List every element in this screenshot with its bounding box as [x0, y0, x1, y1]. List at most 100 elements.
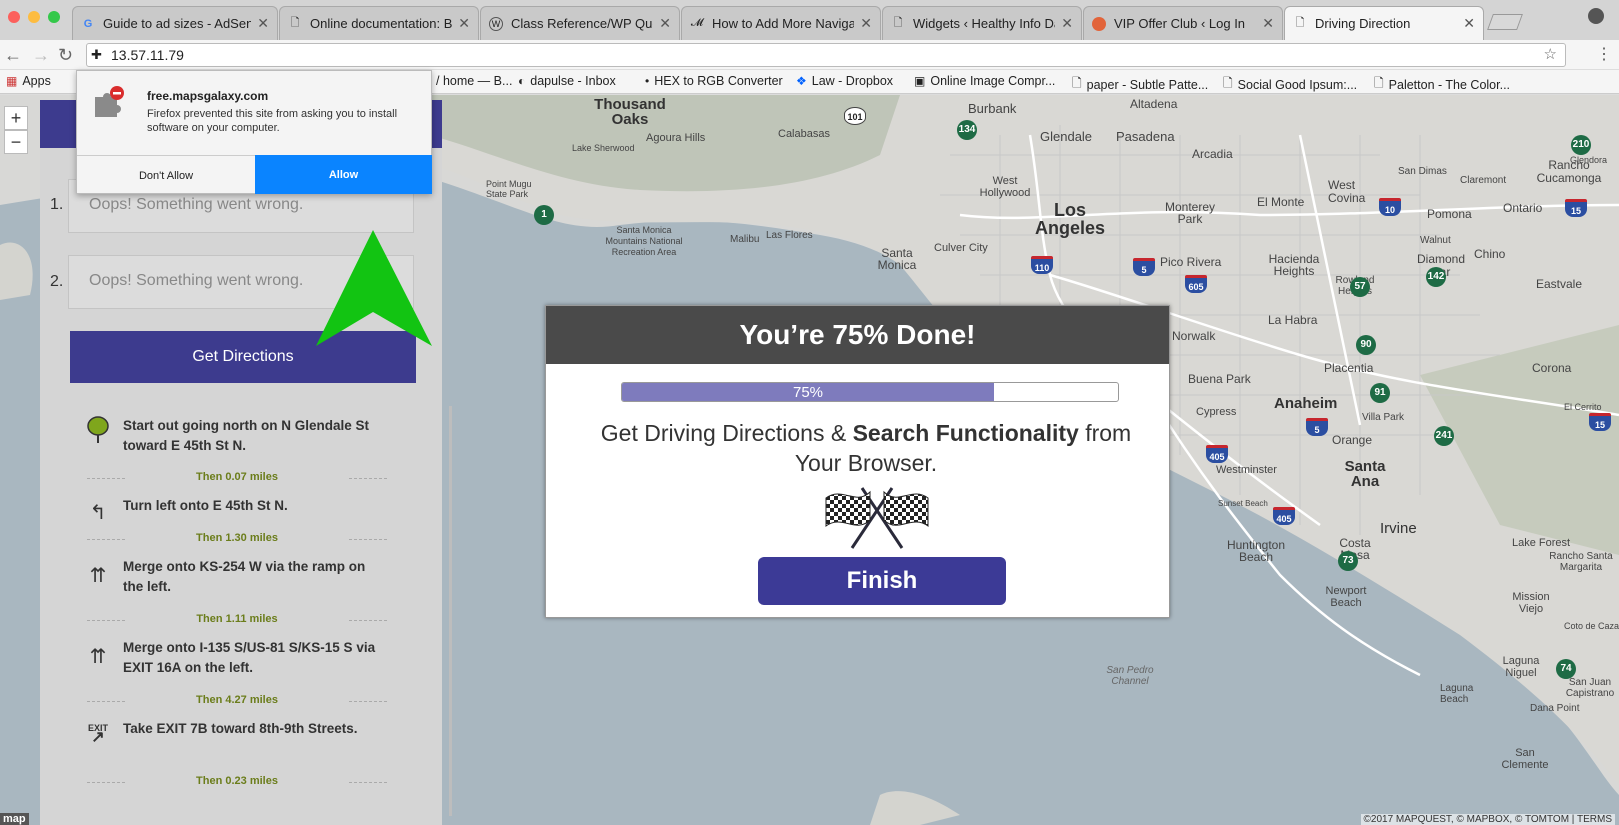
bookmark-label: / home — B...: [436, 74, 513, 88]
bookmark-label: paper - Subtle Patte...: [1086, 77, 1209, 92]
bookmark-star-icon[interactable]: ☆: [1544, 44, 1557, 66]
close-window-button[interactable]: [8, 11, 20, 23]
highway-shield: 142: [1426, 267, 1446, 287]
close-tab-icon[interactable]: ✕: [257, 15, 269, 32]
interstate-shield: 5: [1133, 258, 1155, 276]
bookmark-hex-rgb[interactable]: • HEX to RGB Converter: [645, 74, 783, 88]
step-distance: Then 4.27 miles: [87, 694, 387, 706]
google-icon: G: [83, 17, 93, 30]
map-label: Sunset Beach: [1218, 499, 1268, 508]
highway-shield: 210: [1571, 135, 1591, 155]
input-number: 1.: [50, 196, 64, 213]
map-label: Westminster: [1216, 464, 1277, 476]
directions-steps[interactable]: Start out going north on N Glendale St t…: [60, 406, 452, 816]
checkered-flags-icon: [825, 487, 929, 549]
turn-left-icon: ↰: [89, 502, 107, 524]
bookmark-image-compressor[interactable]: ▣ Online Image Compr...: [914, 74, 1055, 88]
map-label: Glendale: [1040, 129, 1093, 144]
puzzle-icon[interactable]: ✚: [91, 44, 102, 66]
profile-icon[interactable]: [1588, 8, 1604, 24]
zoom-out-button[interactable]: −: [4, 130, 28, 154]
bookmark-label: Online Image Compr...: [930, 74, 1056, 88]
map-label: Laguna Beach: [1440, 683, 1474, 705]
modal-message-bold: Search Functionality: [852, 420, 1079, 446]
page-icon: 🗋: [1223, 76, 1233, 90]
map-label: Burbank: [968, 101, 1017, 116]
bookmark-paletton[interactable]: 🗋 Paletton - The Color...: [1374, 74, 1510, 95]
maximize-window-button[interactable]: [48, 11, 60, 23]
finish-button[interactable]: Finish: [758, 557, 1006, 605]
map-label: Culver City: [934, 242, 988, 254]
tab-title: How to Add More Navigatio: [712, 16, 855, 31]
map-label: Los Angeles: [1034, 200, 1106, 238]
map-label: Monterey Park: [1164, 200, 1216, 226]
browser-toolbar: ← → ↻ ✚ 13.57.11.79 ☆ ⋮: [0, 40, 1619, 70]
back-icon[interactable]: ←: [4, 45, 22, 66]
map-copyright[interactable]: ©2017 MAPQUEST, © MAPBOX, © TOMTOM | TER…: [1360, 814, 1615, 825]
minimize-window-button[interactable]: [28, 11, 40, 23]
step-distance: Then 0.23 miles: [87, 775, 387, 787]
map-logo: map: [0, 813, 29, 825]
highway-shield: 1: [534, 205, 554, 225]
bookmark-social-good[interactable]: 🗋 Social Good Ipsum:...: [1223, 74, 1357, 95]
forward-icon[interactable]: →: [32, 45, 50, 66]
map-label: Mission Viejo: [1512, 591, 1550, 615]
close-tab-icon[interactable]: ✕: [1262, 15, 1274, 32]
allow-button[interactable]: Allow: [255, 155, 432, 194]
close-tab-icon[interactable]: ✕: [860, 15, 872, 32]
progress-label: 75%: [792, 384, 824, 401]
map-label: Norwalk: [1172, 329, 1216, 343]
interstate-shield: 405: [1206, 445, 1228, 463]
map-label: Santa Monica Mountains National Recreati…: [605, 225, 683, 257]
highway-shield: 91: [1370, 383, 1390, 403]
input-number: 2.: [50, 273, 64, 290]
tab-title: Driving Direction: [1315, 16, 1411, 31]
step-distance: Then 1.30 miles: [87, 532, 387, 544]
map-label: Irvine: [1380, 520, 1417, 537]
new-tab-button[interactable]: [1487, 14, 1523, 30]
bookmark-home[interactable]: / home — B...: [436, 74, 512, 88]
map-label: Villa Park: [1362, 412, 1405, 423]
reload-icon[interactable]: ↻: [58, 45, 73, 66]
map-label: Point Mugu State Park: [486, 179, 532, 199]
map-label: Glendora: [1570, 155, 1608, 165]
map-label: Santa Monica: [877, 246, 917, 272]
address-bar[interactable]: ✚ 13.57.11.79 ☆: [86, 43, 1566, 67]
popup-host: free.mapsgalaxy.com: [147, 89, 269, 103]
tab-driving-direction[interactable]: 🗋 Driving Direction ✕: [1284, 6, 1484, 40]
tab-vip-offer[interactable]: VIP Offer Club ‹ Log In ✕: [1083, 6, 1283, 40]
bookmark-label: Paletton - The Color...: [1388, 77, 1511, 92]
tab-widgets[interactable]: 🗋 Widgets ‹ Healthy Info Daily ✕: [882, 6, 1082, 40]
map-label: El Cerrito: [1564, 402, 1602, 412]
tab-documentation[interactable]: 🗋 Online documentation: Butt ✕: [279, 6, 479, 40]
close-tab-icon[interactable]: ✕: [1061, 15, 1073, 32]
map-label: San Dimas: [1398, 166, 1447, 177]
map-label: Pomona: [1427, 207, 1472, 221]
tab-wp-query[interactable]: W Class Reference/WP Query ✕: [480, 6, 680, 40]
page-icon: 🗋: [1295, 17, 1305, 29]
step-distance: Then 0.07 miles: [87, 471, 387, 483]
bookmark-subtle-patterns[interactable]: 🗋 paper - Subtle Patte...: [1072, 74, 1208, 95]
bookmark-dapulse[interactable]: ◐ dapulse - Inbox: [518, 74, 616, 88]
menu-icon[interactable]: ⋮: [1596, 44, 1612, 64]
close-tab-icon[interactable]: ✕: [1463, 15, 1475, 32]
map-label: Anaheim: [1274, 395, 1338, 412]
interstate-shield: 110: [1031, 256, 1053, 274]
interstate-shield: 101: [844, 107, 866, 125]
tab-adsense[interactable]: G Guide to ad sizes - AdSense ✕: [72, 6, 278, 40]
bookmark-apps[interactable]: ▦ Apps: [6, 74, 51, 88]
map-label: West Hollywood: [979, 175, 1031, 199]
page-icon: 🗋: [290, 17, 300, 29]
interstate-shield: 605: [1185, 275, 1207, 293]
close-tab-icon[interactable]: ✕: [659, 15, 671, 32]
close-tab-icon[interactable]: ✕: [458, 15, 470, 32]
bookmark-dropbox[interactable]: ❖ Law - Dropbox: [796, 74, 893, 88]
interstate-shield: 15: [1565, 199, 1587, 217]
dont-allow-button[interactable]: Don't Allow: [77, 155, 255, 195]
zoom-in-button[interactable]: +: [4, 106, 28, 130]
map-label: West Covina: [1328, 178, 1366, 205]
orange-circle-icon: [1092, 16, 1106, 31]
merge-icon: ⇈: [89, 646, 107, 668]
map-label: Ontario: [1503, 201, 1543, 215]
tab-navigation[interactable]: 𝓜 How to Add More Navigatio ✕: [681, 6, 881, 40]
